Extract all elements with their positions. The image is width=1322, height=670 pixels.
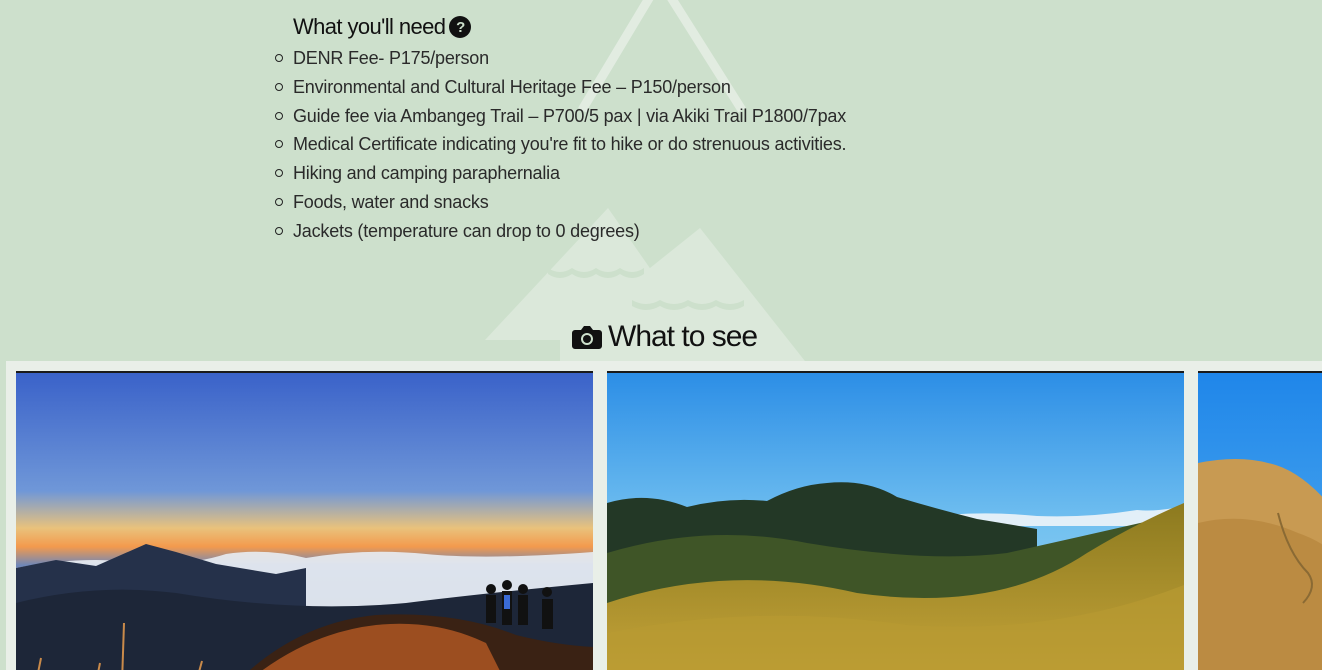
what-to-see-title: What to see: [608, 320, 758, 353]
list-item: DENR Fee- P175/person: [274, 44, 846, 73]
gallery-photo-sunrise[interactable]: [16, 371, 593, 670]
photo-gallery: [6, 361, 1322, 670]
camera-icon: [572, 326, 602, 349]
what-you-need-title: What you'll need: [293, 14, 446, 39]
question-circle-icon[interactable]: ?: [449, 16, 472, 38]
requirements-list: DENR Fee- P175/person Environmental and …: [274, 44, 847, 246]
list-item: Environmental and Cultural Heritage Fee …: [274, 73, 846, 102]
list-item: Guide fee via Ambangeg Trail – P700/5 pa…: [274, 102, 846, 131]
list-item: Medical Certificate indicating you're fi…: [274, 130, 847, 159]
list-item: Hiking and camping paraphernalia: [274, 159, 846, 188]
what-you-need-section: What you'll need ? DENR Fee- P175/person…: [274, 12, 847, 246]
what-to-see-heading: What to see: [572, 320, 758, 354]
gallery-photo-grassy-ridge[interactable]: [607, 371, 1184, 670]
list-item: Jackets (temperature can drop to 0 degre…: [274, 217, 846, 246]
gallery-photo-golden-slopes[interactable]: [1198, 371, 1322, 670]
what-you-need-heading: What you'll need ?: [293, 12, 846, 42]
list-item: Foods, water and snacks: [274, 188, 846, 217]
